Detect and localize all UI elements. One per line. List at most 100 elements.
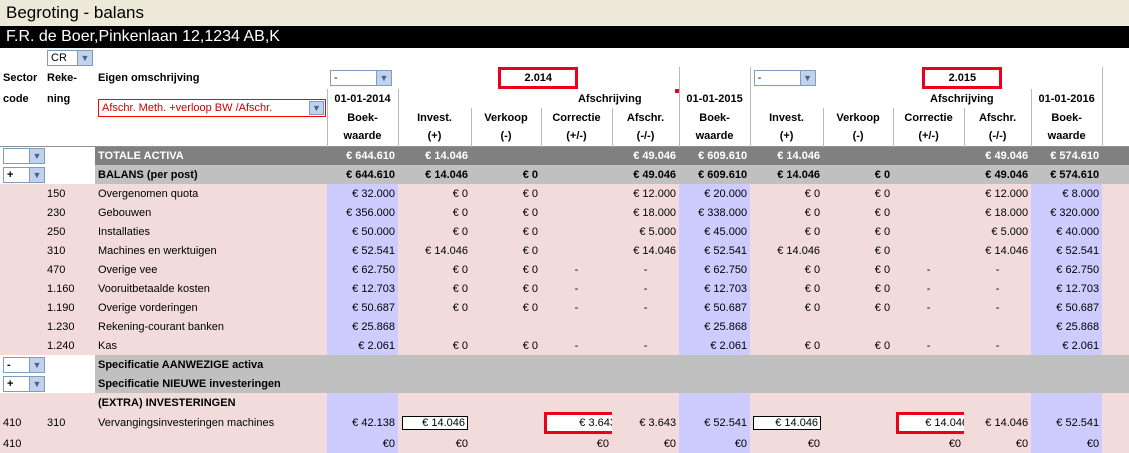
cell: € 8.000	[1031, 184, 1103, 203]
cell	[893, 222, 964, 241]
cell: € 0	[804, 225, 821, 238]
chevron-down-icon: ▼	[376, 71, 391, 85]
cell: €0	[663, 437, 677, 450]
cell: -	[926, 263, 931, 276]
cell: 310	[47, 417, 66, 429]
cell	[1102, 222, 1129, 241]
col-afschr-1: Afschr.	[611, 108, 680, 127]
cell: € 0	[522, 263, 538, 276]
cell: Overige vorderingen	[98, 301, 198, 314]
header-sector: Sector	[0, 67, 44, 89]
label-spec-aanwezige: Specificatie AANWEZIGE activa	[98, 358, 264, 371]
cell: 410	[3, 437, 22, 450]
cell: € 12.703	[1031, 279, 1103, 298]
cell: 1.190	[47, 301, 75, 314]
cell: € 12.000	[633, 187, 677, 200]
toggle-balans[interactable]: + ▼	[3, 166, 45, 183]
cell: -	[574, 263, 579, 276]
year-1-field[interactable]: 2.014	[498, 67, 579, 89]
row-extra-header: (EXTRA) INVESTERINGEN	[0, 393, 1129, 412]
col-minus-1: (-)	[470, 127, 541, 146]
col-plus-1: (+)	[397, 127, 471, 146]
cell: € 62.750	[1031, 260, 1103, 279]
method-select[interactable]: Afschr. Meth. +verloop BW /Afschr. ▼	[98, 99, 326, 117]
header-reke: Reke-	[44, 67, 95, 89]
cell: € 52.541	[1031, 241, 1103, 260]
cell: € 0	[522, 168, 538, 181]
cell	[541, 241, 612, 260]
cell: € 574.610	[1050, 168, 1100, 181]
cell: € 0	[804, 206, 821, 219]
date-2: 01-01-2015	[678, 89, 751, 108]
cell: -	[995, 339, 1000, 352]
year-2-field[interactable]: 2.015	[922, 67, 1003, 89]
toggle-nieuwe[interactable]: + ▼	[3, 375, 45, 392]
cell: € 50.687	[679, 298, 751, 317]
row-investment: 410 310 Vervangingsinvesteringen machine…	[0, 412, 1129, 434]
toggle-totale-activa[interactable]: + ▼	[3, 147, 45, 164]
date-3: 01-01-2016	[1030, 89, 1103, 108]
col-plusmin-2: (+/-)	[892, 127, 965, 146]
row-balans-per-post: + ▼ BALANS (per post) € 644.610 € 14.046 …	[0, 165, 1129, 184]
year-select-1[interactable]: - ▼	[330, 70, 392, 86]
cell: € 12.703	[679, 279, 751, 298]
invest-input-2[interactable]: € 14.046	[753, 416, 822, 430]
col-waarde-1: waarde	[326, 127, 398, 146]
invest-input-1[interactable]: € 14.046	[402, 416, 468, 430]
table-row: 150 Overgenomen quota € 32.000 € 0 € 0 € 12.0…	[0, 184, 1129, 203]
cell: -	[574, 339, 579, 352]
toggle-aanwezige[interactable]: - ▼	[3, 356, 45, 373]
cell: Vooruitbetaalde kosten	[98, 282, 210, 295]
cell: € 49.046	[964, 145, 1032, 165]
cell	[0, 203, 44, 222]
row-spec-nieuwe: + ▼ Specificatie NIEUWE investeringen	[0, 374, 1129, 393]
cell: 310	[47, 244, 66, 257]
cell: € 14.046	[985, 417, 1029, 429]
cell: € 49.046	[985, 168, 1029, 181]
cell: € 14.046	[425, 244, 468, 257]
cell	[823, 145, 894, 165]
cell: € 14.046	[425, 168, 468, 181]
cell	[1102, 279, 1129, 298]
cell: € 25.868	[679, 317, 751, 336]
cell: € 0	[452, 225, 468, 238]
cell	[1102, 241, 1129, 260]
cell: € 52.541	[327, 241, 398, 260]
cell: -	[926, 301, 931, 314]
cell: € 0	[874, 282, 891, 295]
afschrijving-header-1: Afschrijving	[541, 89, 680, 108]
cell: €0	[455, 437, 468, 450]
cell	[1102, 298, 1129, 317]
cell: € 0	[522, 206, 538, 219]
header-ning: ning	[44, 89, 95, 108]
cell	[964, 317, 1031, 336]
cell: € 52.541	[679, 412, 751, 434]
cell: € 0	[874, 168, 891, 181]
window-title: Begroting - balans	[0, 0, 1129, 26]
afschrijving-header-2: Afschrijving	[893, 89, 1032, 108]
col-boek-3: Boek-	[1030, 108, 1103, 127]
cell: € 0	[874, 206, 891, 219]
col-boek-2: Boek-	[678, 108, 751, 127]
table-row: 1.160 Vooruitbetaalde kosten € 12.703 € 0 € …	[0, 279, 1129, 298]
correctie-input-2[interactable]: € 14.046	[896, 412, 965, 434]
cell: € 0	[804, 187, 821, 200]
cell: -	[926, 339, 931, 352]
cr-select[interactable]: CR ▼	[47, 49, 93, 66]
col-correctie-2: Correctie	[892, 108, 965, 127]
cell: € 0	[804, 282, 821, 295]
correctie-input-1[interactable]: € 3.643	[544, 412, 612, 434]
cell	[471, 317, 541, 336]
cell: 230	[47, 206, 66, 219]
year-select-2[interactable]: - ▼	[753, 70, 816, 86]
cell	[541, 184, 612, 203]
col-verkoop-1: Verkoop	[470, 108, 541, 127]
cell: € 609.610	[698, 168, 748, 181]
client-name-bar: F.R. de Boer,Pinkenlaan 12,1234 AB,K	[0, 26, 1129, 48]
col-plus-2: (+)	[749, 127, 824, 146]
cell: € 3.643	[639, 417, 677, 429]
cell	[1102, 317, 1129, 336]
balance-sheet-grid: CR ▼ Sector Reke- Eigen omschrijving - ▼ 2…	[0, 48, 1129, 453]
cell: € 356.000	[327, 203, 398, 222]
cell: €0	[327, 434, 398, 453]
